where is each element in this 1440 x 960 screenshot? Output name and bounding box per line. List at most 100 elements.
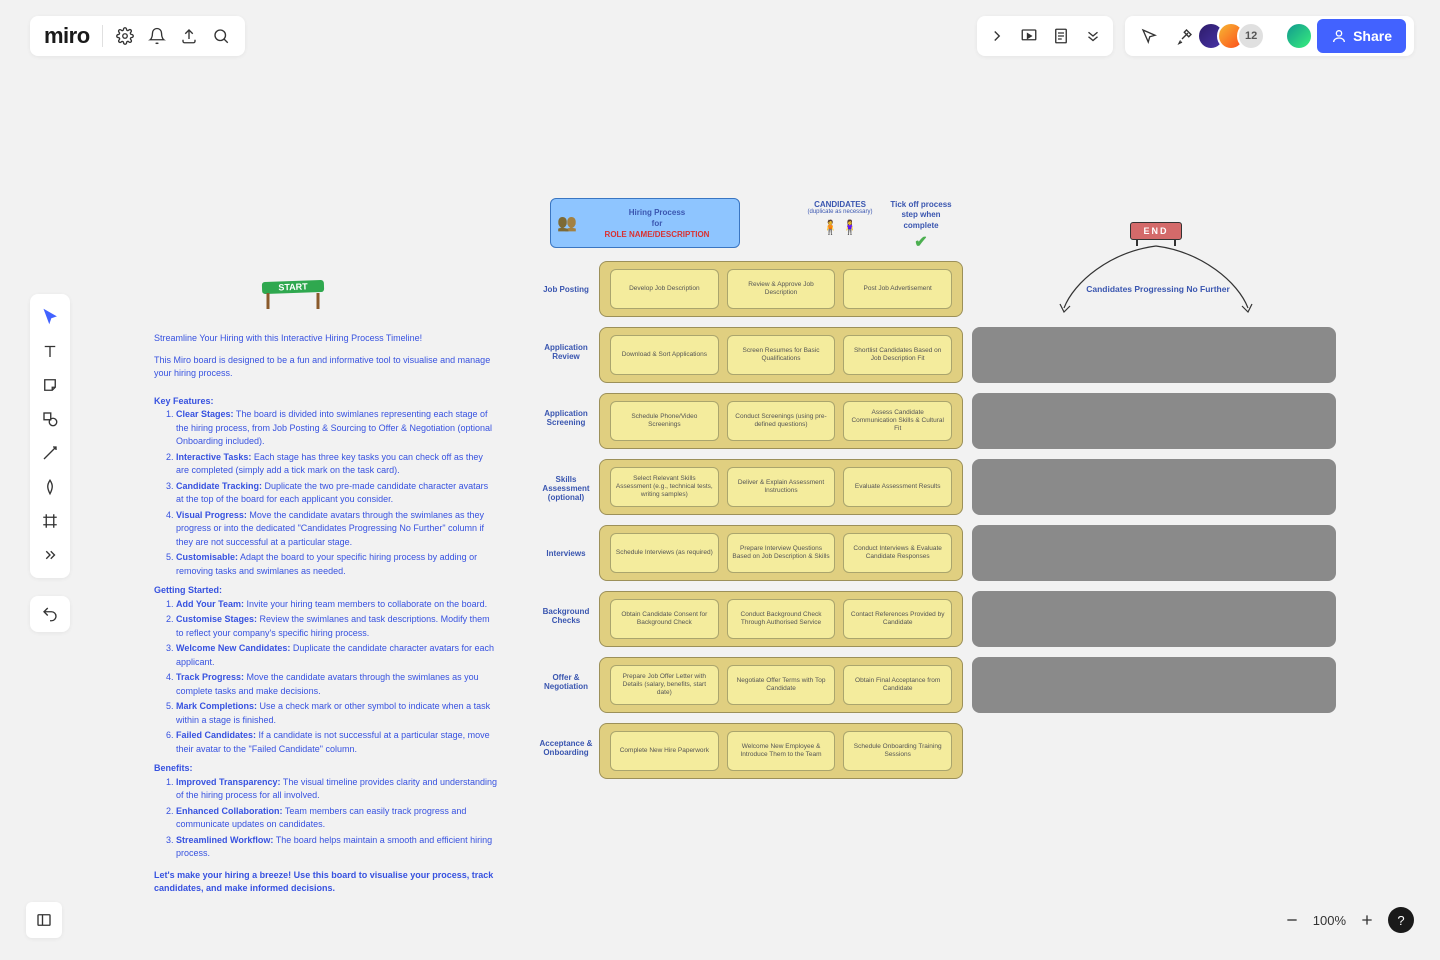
notes-icon[interactable]: [1045, 20, 1077, 52]
intro-desc: This Miro board is designed to be a fun …: [154, 354, 498, 381]
task-card[interactable]: Evaluate Assessment Results: [843, 467, 952, 507]
chevron-double-down-icon[interactable]: [1077, 20, 1109, 52]
lane-box[interactable]: Download & Sort ApplicationsScreen Resum…: [599, 327, 963, 383]
lane-label: Interviews: [538, 549, 594, 558]
chevron-right-icon[interactable]: [981, 20, 1013, 52]
lane-box[interactable]: Schedule Interviews (as required)Prepare…: [599, 525, 963, 581]
process-line1: Hiring Process: [581, 208, 733, 217]
task-card[interactable]: Post Job Advertisement: [843, 269, 952, 309]
dropzone[interactable]: [972, 459, 1336, 515]
task-card[interactable]: Obtain Candidate Consent for Background …: [610, 599, 719, 639]
export-icon[interactable]: [173, 20, 205, 52]
dropzone[interactable]: [972, 525, 1336, 581]
avatar-count[interactable]: 12: [1237, 22, 1265, 50]
lane-box[interactable]: Schedule Phone/Video ScreeningsConduct S…: [599, 393, 963, 449]
zoom-controls: 100% ?: [1281, 902, 1414, 938]
select-tool[interactable]: [34, 300, 66, 334]
user-avatar[interactable]: [1285, 22, 1313, 50]
list-item: Customise Stages: Review the swimlanes a…: [176, 613, 498, 640]
task-card[interactable]: Schedule Phone/Video Screenings: [610, 401, 719, 441]
shapes-tool[interactable]: [34, 402, 66, 436]
sticky-tool[interactable]: [34, 368, 66, 402]
top-left-toolbar: miro: [30, 16, 245, 56]
collab-pill: 12 Share: [1125, 16, 1414, 56]
benefits-list: Improved Transparency: The visual timeli…: [176, 776, 498, 861]
notifications-icon[interactable]: [141, 20, 173, 52]
lane-label: Acceptance & Onboarding: [538, 739, 594, 757]
frame-tool[interactable]: [34, 504, 66, 538]
list-item: Track Progress: Move the candidate avata…: [176, 671, 498, 698]
top-right-toolbar: 12 Share: [977, 16, 1414, 56]
text-tool[interactable]: [34, 334, 66, 368]
split-arrows: [1050, 242, 1262, 316]
task-card[interactable]: Prepare Interview Questions Based on Job…: [727, 533, 836, 573]
dropzone[interactable]: [972, 657, 1336, 713]
share-label: Share: [1353, 28, 1392, 44]
dropzone[interactable]: [972, 591, 1336, 647]
task-card[interactable]: Deliver & Explain Assessment Instruction…: [727, 467, 836, 507]
help-button[interactable]: ?: [1388, 907, 1414, 933]
task-card[interactable]: Schedule Interviews (as required): [610, 533, 719, 573]
process-line2: for: [581, 219, 733, 228]
task-card[interactable]: Screen Resumes for Basic Qualifications: [727, 335, 836, 375]
task-card[interactable]: Review & Approve Job Description: [727, 269, 836, 309]
cursor-icon[interactable]: [1133, 20, 1165, 52]
lane-label: Skills Assessment (optional): [538, 475, 594, 502]
share-button[interactable]: Share: [1317, 19, 1406, 53]
task-card[interactable]: Welcome New Employee & Introduce Them to…: [727, 731, 836, 771]
task-card[interactable]: Select Relevant Skills Assessment (e.g.,…: [610, 467, 719, 507]
search-icon[interactable]: [205, 20, 237, 52]
zoom-level[interactable]: 100%: [1313, 913, 1346, 928]
list-item: Failed Candidates: If a candidate is not…: [176, 729, 498, 756]
candidate-avatar-icon[interactable]: 🧍: [822, 219, 839, 236]
task-card[interactable]: Conduct Background Check Through Authori…: [727, 599, 836, 639]
key-features-heading: Key Features:: [154, 395, 498, 409]
list-item: Streamlined Workflow: The board helps ma…: [176, 834, 498, 861]
task-card[interactable]: Assess Candidate Communication Skills & …: [843, 401, 952, 441]
lane-box[interactable]: Develop Job DescriptionReview & Approve …: [599, 261, 963, 317]
tick-text: Tick off process step when complete: [886, 200, 956, 231]
canvas[interactable]: START Streamline Your Hiring with this I…: [0, 0, 1440, 960]
lane-box[interactable]: Prepare Job Offer Letter with Details (s…: [599, 657, 963, 713]
list-item: Enhanced Collaboration: Team members can…: [176, 805, 498, 832]
lane-label: Application Review: [538, 343, 594, 361]
task-card[interactable]: Complete New Hire Paperwork: [610, 731, 719, 771]
app-logo[interactable]: miro: [38, 23, 96, 49]
view-pill: [977, 16, 1113, 56]
end-banner: END: [1130, 222, 1182, 240]
task-card[interactable]: Download & Sort Applications: [610, 335, 719, 375]
zoom-out[interactable]: [1281, 909, 1303, 931]
present-icon[interactable]: [1013, 20, 1045, 52]
lane-box[interactable]: Obtain Candidate Consent for Background …: [599, 591, 963, 647]
line-tool[interactable]: [34, 436, 66, 470]
task-card[interactable]: Prepare Job Offer Letter with Details (s…: [610, 665, 719, 705]
task-card[interactable]: Contact References Provided by Candidate: [843, 599, 952, 639]
candidate-avatar-icon[interactable]: 🧍‍♀️: [841, 219, 858, 236]
candidate-avatars[interactable]: 🧍 🧍‍♀️: [800, 219, 880, 236]
lane-label: Offer & Negotiation: [538, 673, 594, 691]
pen-tool[interactable]: [34, 470, 66, 504]
settings-icon[interactable]: [109, 20, 141, 52]
candidates-header: CANDIDATES (duplicate as necessary) 🧍 🧍‍…: [800, 200, 880, 236]
task-card[interactable]: Negotiate Offer Terms with Top Candidate: [727, 665, 836, 705]
task-card[interactable]: Develop Job Description: [610, 269, 719, 309]
lane-box[interactable]: Complete New Hire PaperworkWelcome New E…: [599, 723, 963, 779]
task-card[interactable]: Schedule Onboarding Training Sessions: [843, 731, 952, 771]
check-icon: ✔: [886, 233, 956, 254]
task-card[interactable]: Conduct Interviews & Evaluate Candidate …: [843, 533, 952, 573]
lane-box[interactable]: Select Relevant Skills Assessment (e.g.,…: [599, 459, 963, 515]
candidates-no-further-label: Candidates Progressing No Further: [1068, 284, 1248, 294]
panel-toggle[interactable]: [26, 902, 62, 938]
task-card[interactable]: Obtain Final Acceptance from Candidate: [843, 665, 952, 705]
zoom-in[interactable]: [1356, 909, 1378, 931]
getting-started-list: Add Your Team: Invite your hiring team m…: [176, 598, 498, 757]
task-card[interactable]: Conduct Screenings (using pre-defined qu…: [727, 401, 836, 441]
process-role: ROLE NAME/DESCRIPTION: [581, 230, 733, 239]
more-tools[interactable]: [34, 538, 66, 572]
dropzone[interactable]: [972, 393, 1336, 449]
task-card[interactable]: Shortlist Candidates Based on Job Descri…: [843, 335, 952, 375]
dropzone[interactable]: [972, 327, 1336, 383]
process-header-card[interactable]: 👥 Hiring Process for ROLE NAME/DESCRIPTI…: [550, 198, 740, 248]
undo-button[interactable]: [30, 596, 70, 632]
candidates-sub: (duplicate as necessary): [800, 209, 880, 215]
